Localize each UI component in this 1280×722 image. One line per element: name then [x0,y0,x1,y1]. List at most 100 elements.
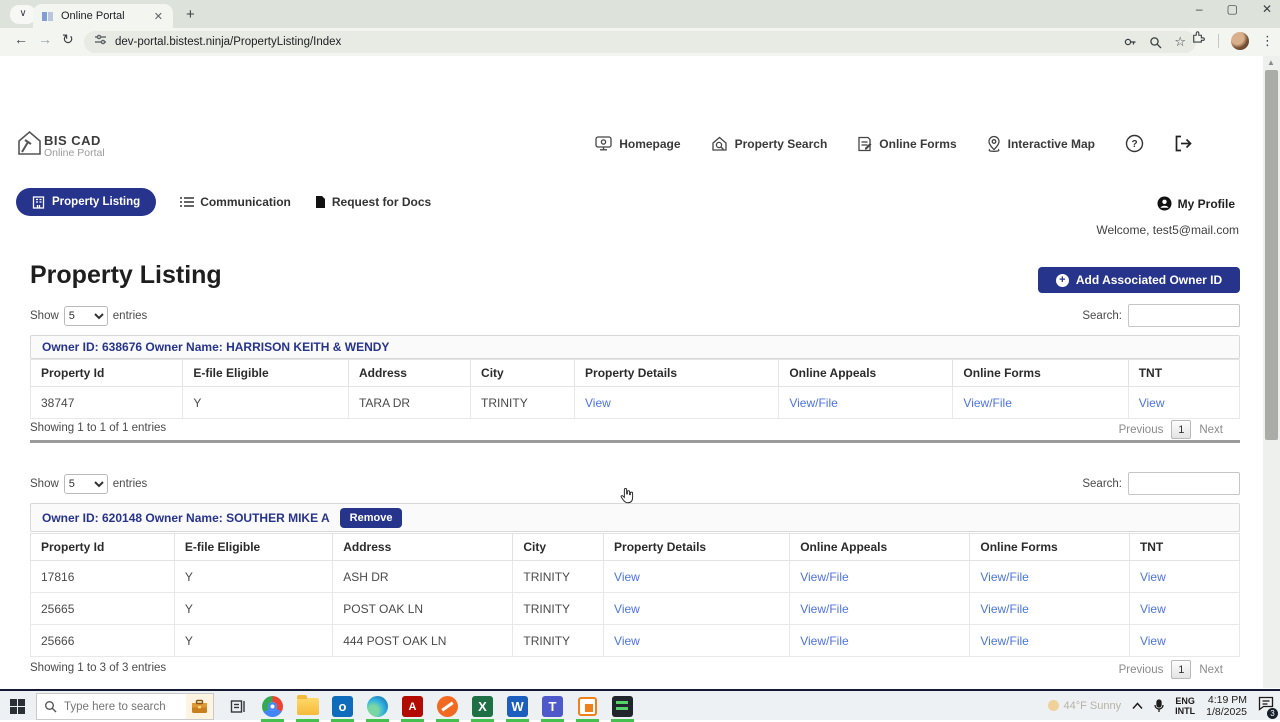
column-header[interactable]: Property Details [603,533,791,561]
page-scrollbar[interactable]: ▲ [1263,56,1280,688]
tab-property-listing[interactable]: Property Listing [16,188,157,216]
table-link[interactable]: View [585,396,611,410]
start-button[interactable] [10,699,25,714]
file-explorer-icon[interactable] [295,694,320,722]
column-header[interactable]: Property Id [30,533,175,561]
table-link[interactable]: View [614,634,640,648]
add-associated-owner-button[interactable]: + Add Associated Owner ID [1038,267,1240,293]
table-link[interactable]: View/File [800,602,848,616]
table-link[interactable]: View/File [980,634,1028,648]
column-header[interactable]: City [512,533,605,561]
clock[interactable]: 4:19 PM 1/8/2025 [1206,694,1247,718]
language-indicator[interactable]: ENG INTL [1175,696,1195,716]
reload-button[interactable]: ↻ [62,31,74,48]
nav-interactive-map[interactable]: Interactive Map [987,135,1095,152]
table-link[interactable]: View/File [800,570,848,584]
excel-icon[interactable]: X [470,694,495,722]
notification-center-icon[interactable]: 3 [1258,696,1278,719]
forward-button[interactable]: → [38,31,52,47]
table2-search-input[interactable] [1128,472,1240,495]
nav-property-search[interactable]: Property Search [711,136,827,152]
page-size-select[interactable]: 5 [63,306,108,326]
column-header[interactable]: Online Appeals [778,359,954,387]
password-key-icon[interactable] [1123,35,1137,49]
window-copy-app-icon[interactable] [575,694,600,722]
column-header[interactable]: City [470,359,576,387]
table-link[interactable]: View/File [980,602,1028,616]
previous-button[interactable]: Previous [1119,664,1164,676]
table-link[interactable]: View/File [800,634,848,648]
briefcase-highlight-icon[interactable] [186,694,213,719]
column-header[interactable]: TNT [1128,533,1241,561]
column-header[interactable]: Online Forms [969,533,1130,561]
column-header[interactable]: Property Id [29,359,184,387]
table-link[interactable]: View/File [963,396,1011,410]
column-header[interactable]: Address [347,359,472,387]
window-maximize-button[interactable]: ▢ [1227,2,1238,16]
tab-communication[interactable]: Communication [180,195,291,209]
taskbar-search-input[interactable] [64,700,206,713]
profile-avatar[interactable] [1231,31,1249,50]
outlook-icon[interactable]: o [330,694,355,722]
table-link[interactable]: View/File [980,570,1028,584]
request-docs-icon [315,196,325,208]
next-button[interactable]: Next [1199,424,1223,436]
column-header[interactable]: E-file Eligible [173,533,334,561]
browser-menu-icon[interactable]: ⋮ [1261,33,1274,49]
orange-app-icon[interactable] [435,694,460,722]
column-header[interactable]: Online Forms [952,359,1129,387]
new-tab-button[interactable]: + [186,6,195,23]
column-header[interactable]: E-file Eligible [182,359,349,387]
extensions-icon[interactable] [1192,31,1206,50]
table-link[interactable]: View [1140,570,1166,584]
column-header[interactable]: Property Details [574,359,780,387]
page-number-button[interactable]: 1 [1171,420,1192,439]
logout-icon[interactable] [1174,135,1193,152]
chrome-icon[interactable] [260,694,285,722]
scrollbar-up-arrow[interactable]: ▲ [1267,58,1275,67]
table-cell: TRINITY [512,624,605,657]
nav-homepage[interactable]: Homepage [595,136,681,151]
table-link[interactable]: View [1140,602,1166,616]
table1-controls: Show 5 entries Search: [30,304,1240,328]
next-button[interactable]: Next [1199,664,1223,676]
microphone-icon[interactable] [1154,698,1164,713]
column-header[interactable]: TNT [1127,359,1241,387]
my-profile-button[interactable]: My Profile [1157,196,1235,211]
table-link[interactable]: View [1139,396,1165,410]
window-minimize-button[interactable]: – [1196,2,1203,16]
back-button[interactable]: ← [14,31,28,47]
tray-chevron-up-icon[interactable] [1132,701,1143,710]
remove-owner-button[interactable]: Remove [339,507,403,528]
edge-icon[interactable] [365,694,390,722]
tab-request-for-docs[interactable]: Request for Docs [315,195,431,209]
table-link[interactable]: View [614,602,640,616]
tab-close-icon[interactable]: ✕ [152,10,165,23]
dark-green-app-icon[interactable] [610,694,635,722]
nav-online-forms[interactable]: Online Forms [857,136,957,152]
url-bar[interactable]: dev-portal.bistest.ninja/PropertyListing… [84,31,1196,53]
page-size-select[interactable]: 5 [63,474,108,494]
site-settings-icon[interactable] [94,33,107,51]
table-link[interactable]: View [1140,634,1166,648]
acrobat-icon[interactable]: A [400,694,425,722]
weather-widget[interactable]: 44°F Sunny [1047,700,1121,712]
zoom-icon[interactable] [1149,36,1162,49]
teams-icon[interactable]: T [540,694,565,722]
window-close-button[interactable]: ✕ [1262,2,1272,16]
browser-tab[interactable]: Online Portal ✕ [33,4,173,28]
page-number-button[interactable]: 1 [1171,660,1192,679]
help-icon[interactable]: ? [1125,134,1144,153]
tab-favicon-icon [41,10,54,23]
table-link[interactable]: View/File [789,396,837,410]
table-link[interactable]: View [614,570,640,584]
previous-button[interactable]: Previous [1119,424,1164,436]
column-header[interactable]: Address [332,533,514,561]
search-label: Search: [1082,309,1122,322]
table1-search-input[interactable] [1128,304,1240,327]
word-icon[interactable]: W [505,694,530,722]
scrollbar-thumb[interactable] [1265,70,1278,440]
bookmark-star-icon[interactable]: ☆ [1174,34,1186,50]
column-header[interactable]: Online Appeals [789,533,971,561]
task-view-button[interactable] [230,698,247,720]
